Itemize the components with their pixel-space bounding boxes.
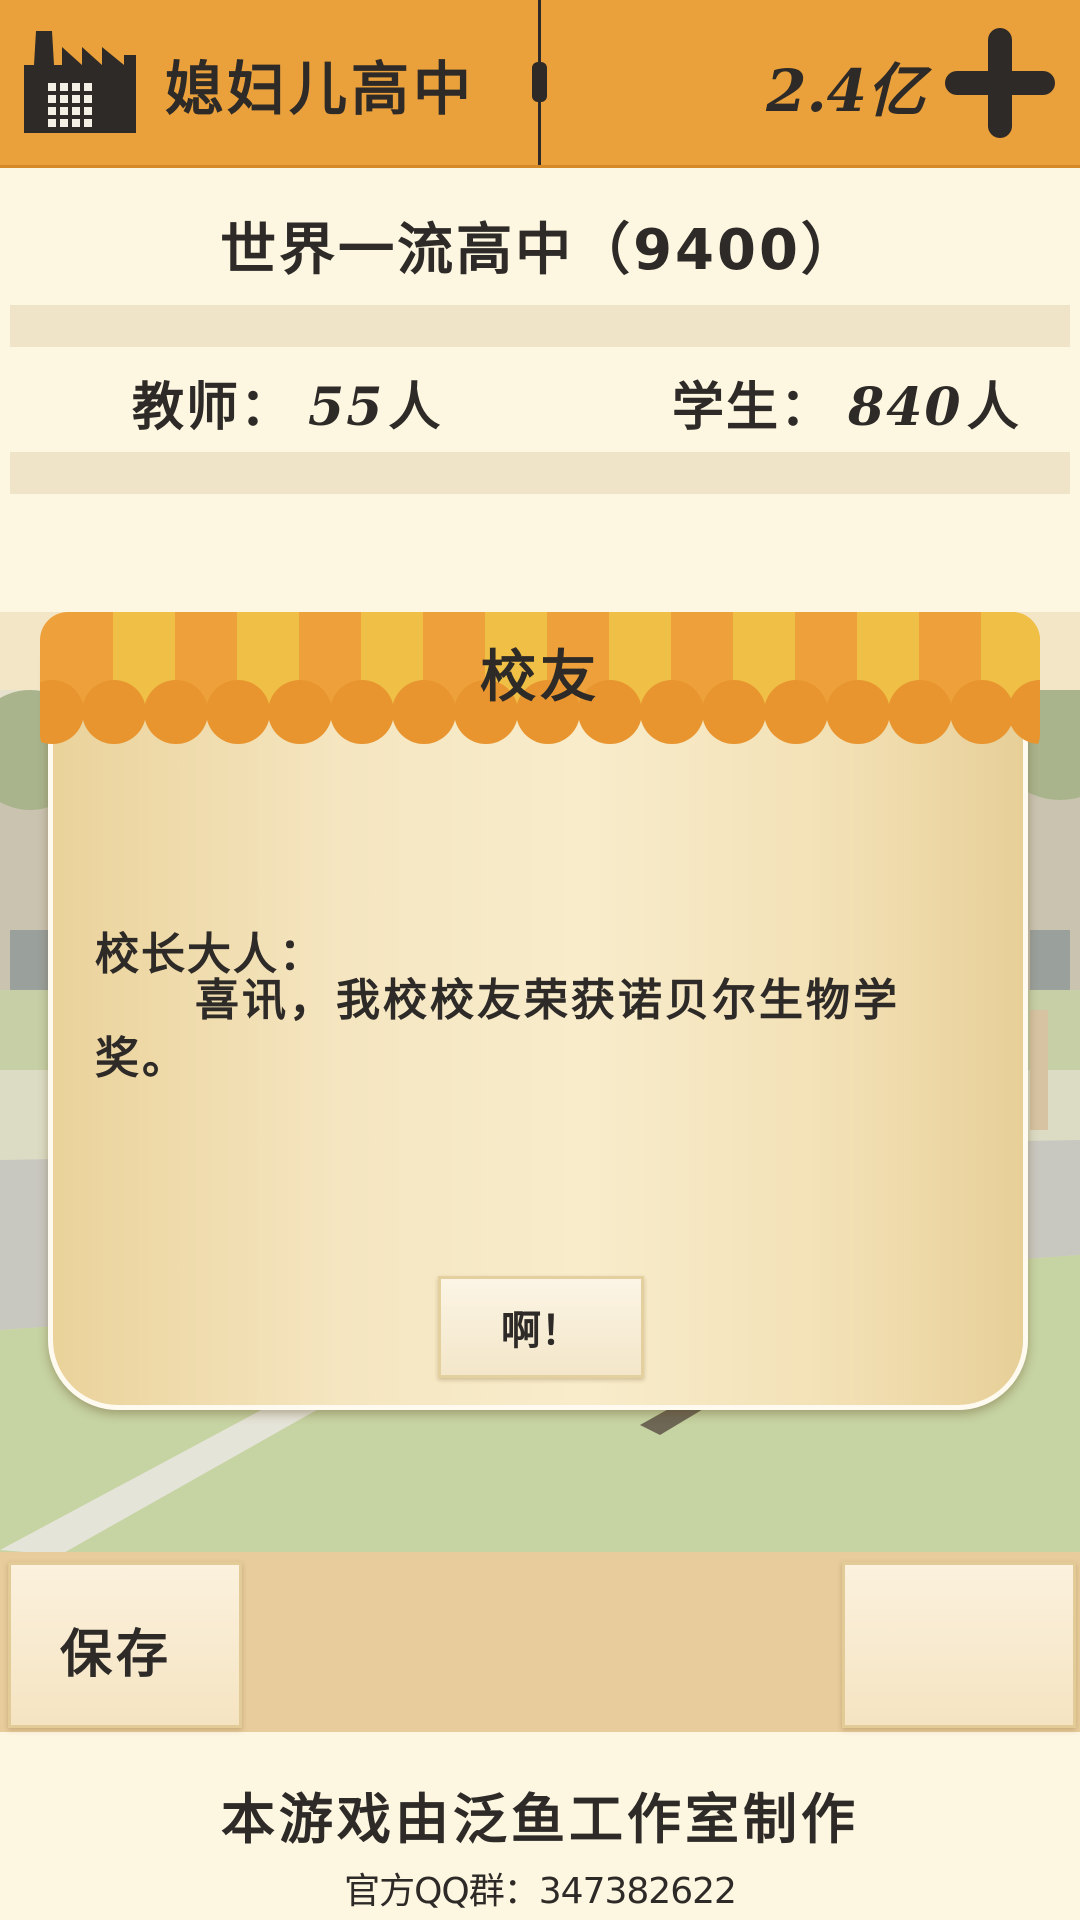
school-name: 媳妇儿高中 — [165, 55, 476, 123]
teacher-label: 教师： — [132, 378, 295, 438]
teacher-count: 教师： 55人 — [132, 365, 442, 440]
money-display: 2.4亿 — [766, 57, 925, 125]
dialog-title: 校友 — [480, 645, 600, 710]
acknowledge-button[interactable]: 啊！ — [438, 1276, 644, 1378]
acknowledge-label: 啊！ — [501, 1308, 581, 1354]
student-count: 学生： 840人 — [672, 365, 1021, 440]
divider-handle — [532, 62, 547, 102]
message-body: 喜讯，我校校友荣获诺贝尔生物学奖。 — [95, 975, 900, 1084]
student-number: 840 — [848, 377, 963, 438]
plus-icon — [945, 28, 1055, 138]
save-label: 保存 — [60, 1625, 173, 1685]
student-unit: 人 — [966, 378, 1021, 438]
menu-button[interactable] — [842, 1562, 1076, 1728]
qq-group: 官方QQ群：347382622 — [344, 1871, 737, 1912]
top-bar: 媳妇儿高中 2.4亿 — [0, 0, 1080, 168]
info-stripe — [10, 305, 1070, 347]
studio-credit: 本游戏由泛鱼工作室制作 — [221, 1788, 859, 1851]
factory-building-icon — [24, 31, 136, 133]
teacher-unit: 人 — [388, 378, 443, 438]
teacher-number: 55 — [308, 377, 385, 438]
school-rank: 世界一流高中（9400） — [220, 218, 860, 283]
student-label: 学生： — [672, 378, 835, 438]
add-money-button[interactable] — [945, 28, 1055, 138]
info-stripe — [10, 452, 1070, 494]
